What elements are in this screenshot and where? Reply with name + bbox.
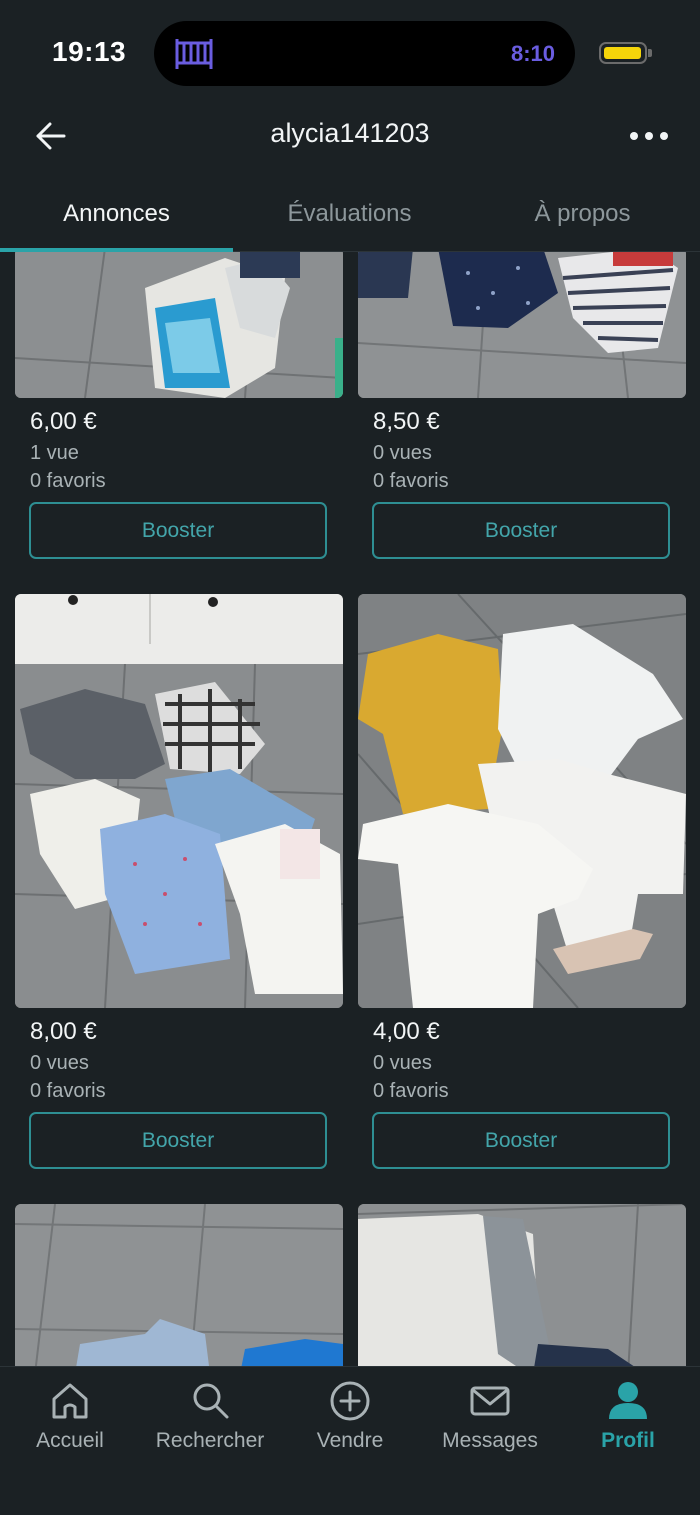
booster-button[interactable]: Booster bbox=[372, 502, 670, 559]
listing-favorites: 0 favoris bbox=[373, 470, 449, 492]
listing-photo[interactable] bbox=[358, 1204, 686, 1366]
more-options-button[interactable] bbox=[624, 114, 674, 158]
nav-profil[interactable]: Profil bbox=[558, 1367, 698, 1477]
listing-favorites: 0 favoris bbox=[30, 1080, 106, 1102]
battery-icon bbox=[599, 42, 647, 64]
profile-tabs: Annonces Évaluations À propos bbox=[0, 178, 700, 252]
status-time: 19:13 bbox=[52, 36, 127, 67]
crib-icon bbox=[175, 39, 213, 69]
nav-vendre[interactable]: Vendre bbox=[280, 1367, 420, 1477]
battery-level bbox=[604, 47, 641, 59]
nav-rechercher[interactable]: Rechercher bbox=[140, 1367, 280, 1477]
app-header: alycia141203 bbox=[0, 100, 700, 172]
nav-messages[interactable]: Messages bbox=[420, 1367, 560, 1477]
listings-grid[interactable]: 6,00 € 1 vue 0 favoris Booster 8,50 € 0 … bbox=[0, 252, 700, 1366]
home-icon bbox=[52, 1383, 88, 1419]
booster-button[interactable]: Booster bbox=[29, 502, 327, 559]
activity-timer: 8:10 bbox=[510, 41, 555, 66]
listing-photo[interactable] bbox=[15, 1204, 343, 1366]
listing-views: 0 vues bbox=[373, 442, 432, 464]
status-bar: 19:13 8:10 bbox=[0, 0, 700, 100]
nav-label: Vendre bbox=[316, 1429, 384, 1452]
battery-tip bbox=[648, 49, 652, 57]
listing-price: 4,00 € bbox=[373, 1018, 440, 1045]
listing-price: 6,00 € bbox=[30, 408, 97, 435]
nav-label: Accueil bbox=[36, 1429, 104, 1452]
dynamic-island[interactable]: 8:10 bbox=[154, 21, 575, 86]
listing-price: 8,00 € bbox=[30, 1018, 97, 1045]
nav-label: Messages bbox=[442, 1429, 538, 1452]
plus-circle-icon bbox=[330, 1381, 370, 1421]
booster-button[interactable]: Booster bbox=[372, 1112, 670, 1169]
listing-photo[interactable] bbox=[358, 252, 686, 398]
listing-favorites: 0 favoris bbox=[373, 1080, 449, 1102]
page-title: alycia141203 bbox=[270, 118, 430, 148]
listing-photo[interactable] bbox=[358, 594, 686, 1008]
mail-icon bbox=[470, 1386, 510, 1416]
listing-views: 0 vues bbox=[30, 1052, 89, 1074]
nav-label: Profil bbox=[601, 1429, 655, 1452]
bottom-navigation: Accueil Rechercher Vendre Messages Profi… bbox=[0, 1366, 700, 1515]
listing-favorites: 0 favoris bbox=[30, 470, 106, 492]
profile-icon bbox=[609, 1382, 647, 1419]
listing-photo[interactable] bbox=[15, 252, 343, 398]
tab-evaluations[interactable]: Évaluations bbox=[233, 178, 466, 252]
listing-price: 8,50 € bbox=[373, 408, 440, 435]
tab-annonces[interactable]: Annonces bbox=[0, 178, 233, 252]
booster-button[interactable]: Booster bbox=[29, 1112, 327, 1169]
tab-a-propos[interactable]: À propos bbox=[466, 178, 699, 252]
listing-views: 0 vues bbox=[373, 1052, 432, 1074]
nav-label: Rechercher bbox=[155, 1429, 265, 1452]
search-icon bbox=[193, 1383, 229, 1419]
nav-accueil[interactable]: Accueil bbox=[0, 1367, 140, 1477]
listing-photo[interactable] bbox=[15, 594, 343, 1008]
more-horizontal-icon bbox=[630, 132, 668, 140]
listing-views: 1 vue bbox=[30, 442, 79, 464]
